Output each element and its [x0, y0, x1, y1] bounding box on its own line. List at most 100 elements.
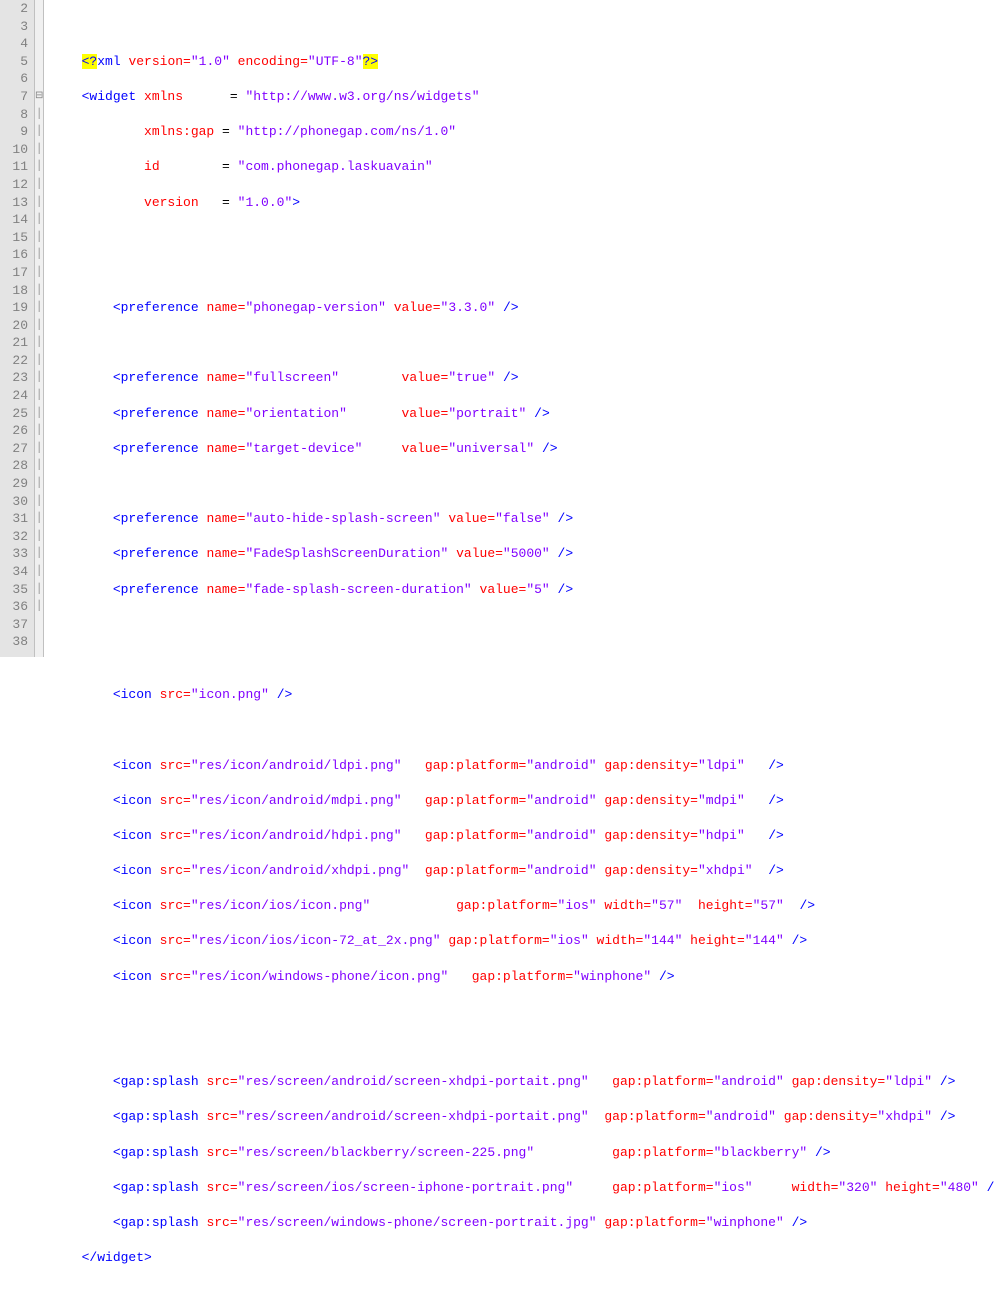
code-line: <preference name="orientation" value="po… — [50, 405, 994, 423]
fold-guide: │ — [35, 510, 43, 528]
fold-guide: │ — [35, 282, 43, 300]
code-line: <gap:splash src="res/screen/android/scre… — [50, 1073, 994, 1091]
fold-guide: │ — [35, 545, 43, 563]
code-line: </widget> — [50, 1249, 994, 1267]
line-number: 6 — [4, 70, 28, 88]
line-number: 3 — [4, 18, 28, 36]
fold-guide: │ — [35, 352, 43, 370]
fold-guide: │ — [35, 123, 43, 141]
code-line: <icon src="res/icon/android/mdpi.png" ga… — [50, 792, 994, 810]
line-number: 16 — [4, 246, 28, 264]
code-line: <icon src="res/icon/ios/icon.png" gap:pl… — [50, 897, 994, 915]
line-number: 26 — [4, 422, 28, 440]
code-line — [50, 1284, 994, 1302]
line-number: 17 — [4, 264, 28, 282]
code-line: <icon src="res/icon/android/xhdpi.png" g… — [50, 862, 994, 880]
fold-guide: │ — [35, 387, 43, 405]
line-number: 5 — [4, 53, 28, 71]
line-number: 23 — [4, 369, 28, 387]
line-number: 33 — [4, 545, 28, 563]
line-number: 32 — [4, 528, 28, 546]
code-line: <gap:splash src="res/screen/windows-phon… — [50, 1214, 994, 1232]
code-line: <icon src="res/icon/android/hdpi.png" ga… — [50, 827, 994, 845]
line-number: 21 — [4, 334, 28, 352]
fold-spacer — [35, 0, 43, 18]
fold-guide: │ — [35, 211, 43, 229]
line-number: 34 — [4, 563, 28, 581]
line-number: 35 — [4, 581, 28, 599]
fold-column: ⊟│││││││││││││││││││││││││││││ — [35, 0, 44, 657]
code-line: id = "com.phonegap.laskuavain" — [50, 158, 994, 176]
line-number: 25 — [4, 405, 28, 423]
fold-guide: │ — [35, 369, 43, 387]
line-number: 9 — [4, 123, 28, 141]
fold-guide: │ — [35, 106, 43, 124]
fold-toggle-icon[interactable]: ⊟ — [35, 88, 43, 106]
code-line: <gap:splash src="res/screen/ios/screen-i… — [50, 1179, 994, 1197]
fold-guide: │ — [35, 317, 43, 335]
fold-guide: │ — [35, 299, 43, 317]
code-editor[interactable]: <?xml version="1.0" encoding="UTF-8"?> <… — [44, 0, 994, 657]
xml-decl-open: <? — [82, 54, 98, 69]
code-line: <?xml version="1.0" encoding="UTF-8"?> — [50, 53, 994, 71]
line-number: 12 — [4, 176, 28, 194]
code-line: <gap:splash src="res/screen/blackberry/s… — [50, 1144, 994, 1162]
line-number: 22 — [4, 352, 28, 370]
line-number: 11 — [4, 158, 28, 176]
line-number: 19 — [4, 299, 28, 317]
fold-guide: │ — [35, 457, 43, 475]
fold-guide: │ — [35, 194, 43, 212]
line-number: 24 — [4, 387, 28, 405]
code-line: <preference name="auto-hide-splash-scree… — [50, 510, 994, 528]
code-line: <icon src="res/icon/android/ldpi.png" ga… — [50, 757, 994, 775]
code-line: xmlns:gap = "http://phonegap.com/ns/1.0" — [50, 123, 994, 141]
fold-spacer — [35, 70, 43, 88]
line-number: 36 — [4, 598, 28, 616]
code-line: <gap:splash src="res/screen/android/scre… — [50, 1108, 994, 1126]
line-number: 38 — [4, 633, 28, 651]
line-number-gutter: 2345678910111213141516171819202122232425… — [0, 0, 35, 657]
code-line — [50, 264, 994, 282]
line-number: 18 — [4, 282, 28, 300]
fold-guide: │ — [35, 246, 43, 264]
fold-guide: │ — [35, 581, 43, 599]
line-number: 7 — [4, 88, 28, 106]
fold-guide: │ — [35, 493, 43, 511]
line-number: 31 — [4, 510, 28, 528]
fold-guide: │ — [35, 141, 43, 159]
line-number: 14 — [4, 211, 28, 229]
line-number: 37 — [4, 616, 28, 634]
xml-decl-close: ?> — [363, 54, 379, 69]
fold-guide: │ — [35, 598, 43, 616]
line-number: 10 — [4, 141, 28, 159]
code-line: version = "1.0.0"> — [50, 194, 994, 212]
fold-guide: │ — [35, 440, 43, 458]
fold-guide: │ — [35, 405, 43, 423]
line-number: 27 — [4, 440, 28, 458]
fold-spacer — [35, 53, 43, 71]
code-line — [50, 1038, 994, 1056]
code-line — [50, 721, 994, 739]
line-number: 4 — [4, 35, 28, 53]
line-number: 2 — [4, 0, 28, 18]
fold-guide: │ — [35, 176, 43, 194]
fold-spacer — [35, 633, 43, 651]
fold-spacer — [35, 35, 43, 53]
fold-guide: │ — [35, 334, 43, 352]
code-line — [50, 334, 994, 352]
fold-guide: │ — [35, 563, 43, 581]
code-line: <widget xmlns = "http://www.w3.org/ns/wi… — [50, 88, 994, 106]
line-number: 15 — [4, 229, 28, 247]
code-line: <icon src="res/icon/windows-phone/icon.p… — [50, 968, 994, 986]
fold-guide: │ — [35, 264, 43, 282]
fold-guide: │ — [35, 528, 43, 546]
fold-guide: │ — [35, 475, 43, 493]
line-number: 8 — [4, 106, 28, 124]
code-line: <preference name="phonegap-version" valu… — [50, 299, 994, 317]
code-line: <preference name="target-device" value="… — [50, 440, 994, 458]
code-line — [50, 229, 994, 247]
code-line — [50, 651, 994, 669]
line-number: 30 — [4, 493, 28, 511]
fold-guide: │ — [35, 158, 43, 176]
line-number: 20 — [4, 317, 28, 335]
